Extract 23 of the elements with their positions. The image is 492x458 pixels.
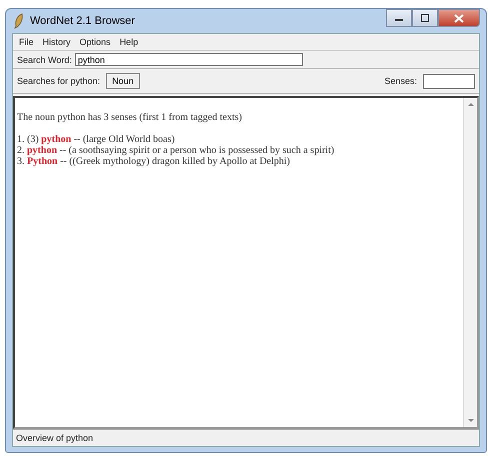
menu-item[interactable]: History (42, 37, 71, 47)
status-bar: Overview of python (13, 429, 479, 446)
search-label: Search Word: (17, 54, 72, 64)
close-button[interactable] (438, 9, 480, 27)
noun-button[interactable]: Noun (106, 73, 140, 89)
summary-text: The noun python has 3 senses (first 1 from tagged texts) (17, 112, 243, 123)
sense-line: 1. (3) python -- (large Old World boas) (17, 134, 176, 145)
menu-item[interactable]: File (19, 37, 34, 47)
searches-label: Searches for python: (17, 76, 100, 86)
maximize-button[interactable] (412, 9, 438, 27)
menu-item[interactable]: Options (80, 37, 111, 47)
senses-label: Senses: (384, 76, 417, 86)
feather-icon (14, 13, 24, 29)
minimize-button[interactable] (386, 9, 412, 27)
close-icon (454, 14, 464, 22)
senses-field[interactable] (423, 74, 475, 88)
window-title: WordNet 2.1 Browser (30, 15, 135, 27)
maximize-icon (420, 14, 430, 22)
scrollbar[interactable] (463, 98, 477, 427)
search-field[interactable]: python (74, 53, 303, 66)
menu-item[interactable]: Help (120, 37, 138, 47)
sense-line: 2. python -- (a soothsaying spirit or a person who is possessed by such a spirit) (17, 145, 336, 156)
sense-line: 3. Python -- ((Greek mythology) dragon killed by Apollo at Delphi) (17, 156, 292, 167)
